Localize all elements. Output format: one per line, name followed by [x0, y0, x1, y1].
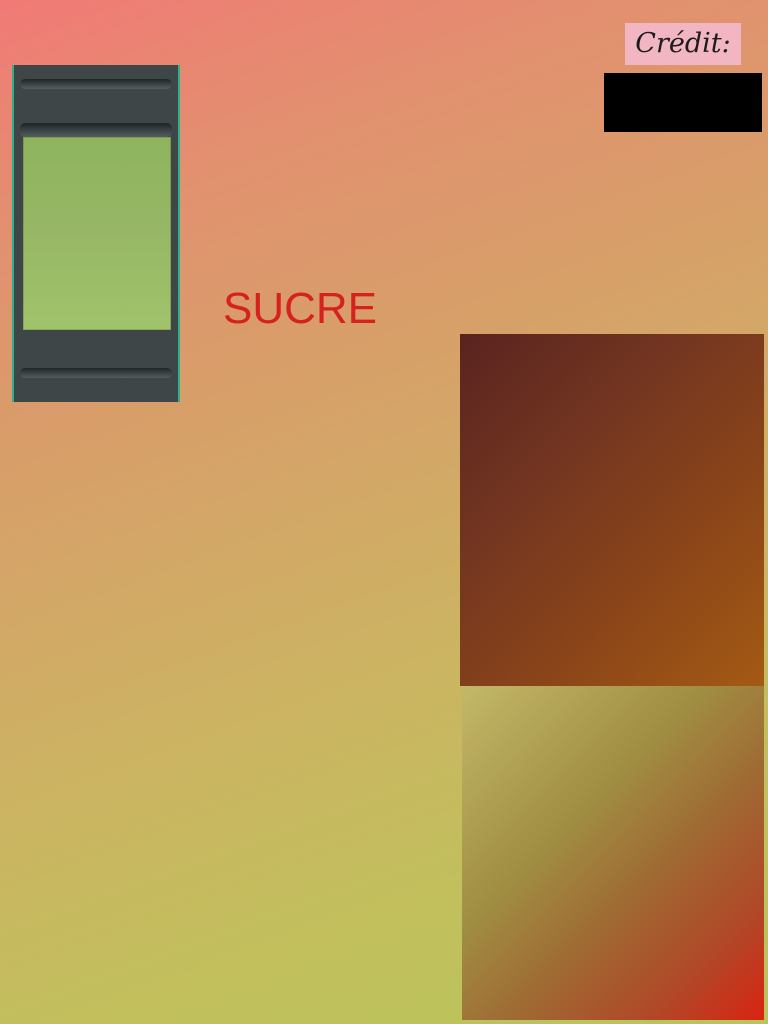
- olive-panel[interactable]: [462, 686, 764, 1020]
- credit-value-display: [604, 73, 762, 132]
- sucre-label: SUCRE: [223, 284, 378, 333]
- device-bottom-grille: [20, 368, 172, 378]
- device-screen-bezel: [20, 123, 172, 137]
- device-top-grille: [20, 79, 172, 89]
- credit-label: Crédit:: [625, 23, 741, 65]
- lcd-screen: [23, 137, 171, 330]
- brown-panel[interactable]: [460, 334, 764, 686]
- lcd-device-icon: [12, 65, 180, 402]
